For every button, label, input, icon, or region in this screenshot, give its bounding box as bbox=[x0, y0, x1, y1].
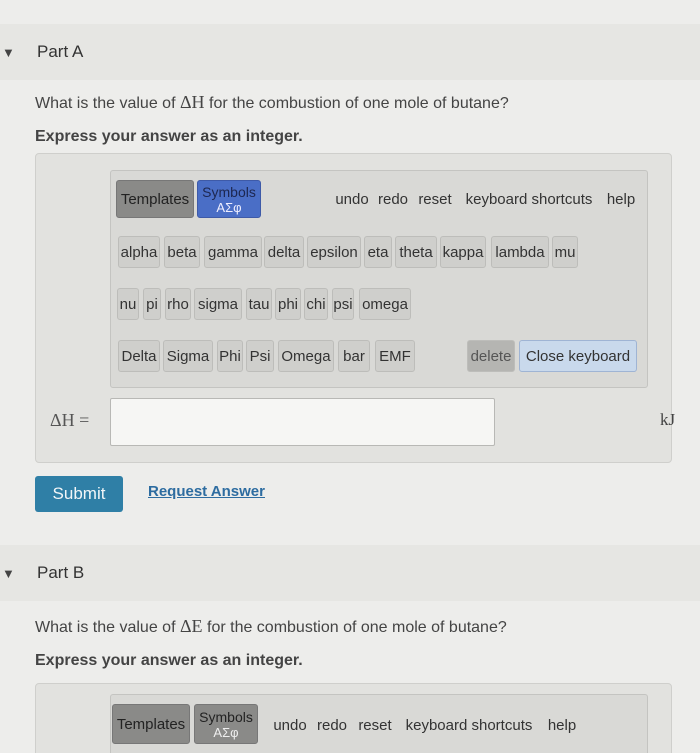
symbols-button[interactable]: Symbols ΑΣφ bbox=[197, 180, 261, 218]
greek-key-phi[interactable]: phi bbox=[275, 288, 301, 320]
greek-key-psi[interactable]: psi bbox=[332, 288, 354, 320]
part-b-instruction: Express your answer as an integer. bbox=[35, 652, 303, 669]
greek-key-sigma[interactable]: sigma bbox=[194, 288, 242, 320]
greek-key-omega[interactable]: Omega bbox=[278, 340, 334, 372]
help-button[interactable]: help bbox=[602, 184, 640, 214]
part-b-templates-button[interactable]: Templates bbox=[112, 704, 190, 744]
greek-key-rho[interactable]: rho bbox=[165, 288, 191, 320]
part-a-title: Part A bbox=[37, 42, 84, 61]
greek-key-nu[interactable]: nu bbox=[117, 288, 139, 320]
collapse-caret-icon[interactable]: ▼ bbox=[2, 45, 15, 60]
undo-button[interactable]: undo bbox=[332, 184, 372, 214]
request-answer-link[interactable]: Request Answer bbox=[148, 483, 265, 500]
greek-key-beta[interactable]: beta bbox=[164, 236, 200, 268]
part-a-header[interactable]: ▼ Part A bbox=[0, 24, 700, 80]
kj-unit-label: kJ bbox=[660, 410, 676, 429]
part-b-keyboard-shortcuts-button[interactable]: keyboard shortcuts bbox=[398, 710, 540, 740]
part-b-help-button[interactable]: help bbox=[544, 710, 580, 740]
templates-button[interactable]: Templates bbox=[116, 180, 194, 218]
greek-key-phi[interactable]: Phi bbox=[217, 340, 243, 372]
greek-key-alpha[interactable]: alpha bbox=[118, 236, 160, 268]
delta-e-symbol: ΔE bbox=[179, 616, 203, 636]
part-b-question: What is the value of ΔE for the combusti… bbox=[35, 616, 507, 636]
greek-key-kappa[interactable]: kappa bbox=[440, 236, 486, 268]
part-b-undo-button[interactable]: undo bbox=[270, 710, 310, 740]
keyboard-shortcuts-button[interactable]: keyboard shortcuts bbox=[458, 184, 600, 214]
reset-button[interactable]: reset bbox=[414, 184, 456, 214]
greek-key-omega[interactable]: omega bbox=[359, 288, 411, 320]
redo-button[interactable]: redo bbox=[374, 184, 412, 214]
greek-key-psi[interactable]: Psi bbox=[246, 340, 274, 372]
submit-button[interactable]: Submit bbox=[35, 476, 123, 512]
greek-key-sigma[interactable]: Sigma bbox=[163, 340, 213, 372]
greek-key-eta[interactable]: eta bbox=[364, 236, 392, 268]
greek-key-epsilon[interactable]: epsilon bbox=[307, 236, 361, 268]
greek-key-lambda[interactable]: lambda bbox=[491, 236, 549, 268]
part-b-reset-button[interactable]: reset bbox=[354, 710, 396, 740]
collapse-caret-icon[interactable]: ▼ bbox=[2, 566, 15, 581]
part-a-question: What is the value of ΔH for the combusti… bbox=[35, 92, 509, 112]
greek-key-emf[interactable]: EMF bbox=[375, 340, 415, 372]
greek-key-delta[interactable]: Delta bbox=[118, 340, 160, 372]
greek-key-theta[interactable]: theta bbox=[395, 236, 437, 268]
part-a-instruction: Express your answer as an integer. bbox=[35, 128, 303, 145]
delta-h-symbol: ΔH bbox=[179, 92, 205, 112]
greek-key-bar[interactable]: bar bbox=[338, 340, 370, 372]
greek-key-gamma[interactable]: gamma bbox=[204, 236, 262, 268]
delta-h-answer-input[interactable] bbox=[110, 398, 495, 446]
greek-key-chi[interactable]: chi bbox=[304, 288, 328, 320]
close-keyboard-button[interactable]: Close keyboard bbox=[519, 340, 637, 372]
part-b-redo-button[interactable]: redo bbox=[312, 710, 352, 740]
part-b-title: Part B bbox=[37, 563, 85, 582]
part-b-symbols-button[interactable]: Symbols ΑΣφ bbox=[194, 704, 258, 744]
greek-key-pi[interactable]: pi bbox=[143, 288, 161, 320]
greek-key-delta[interactable]: delta bbox=[264, 236, 304, 268]
delta-h-input-label: ΔH = bbox=[50, 410, 90, 430]
greek-key-mu[interactable]: mu bbox=[552, 236, 578, 268]
part-b-header[interactable]: ▼ Part B bbox=[0, 545, 700, 601]
greek-key-tau[interactable]: tau bbox=[246, 288, 272, 320]
delete-button[interactable]: delete bbox=[467, 340, 515, 372]
